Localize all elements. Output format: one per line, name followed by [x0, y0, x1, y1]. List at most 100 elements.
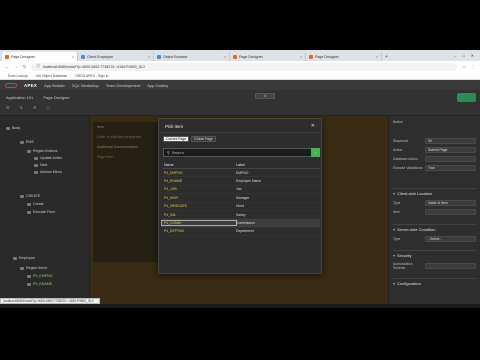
tree-node[interactable]: Create	[27, 202, 44, 206]
item-label: Hired	[236, 204, 245, 209]
tree-icon[interactable]: ☰	[6, 105, 10, 110]
result-row[interactable]: P4_MGR Manager	[162, 194, 320, 203]
tree-node-label: Next	[40, 163, 48, 167]
field-item: Item	[393, 209, 476, 215]
url-field[interactable]: ⓘ localhost:8080/ords/f?p=4000:4500:7738…	[31, 62, 458, 71]
screen-frame: Page Designer × Client Employee × Object Bro…	[0, 50, 480, 308]
node-icon	[13, 256, 17, 260]
close-icon[interactable]: ×	[300, 55, 302, 59]
tree-node-label: P4_ENAME	[33, 282, 53, 286]
result-row[interactable]: P4_COMM Commission	[161, 219, 320, 228]
item-name: P4_HIREDATE	[164, 204, 187, 209]
dialog-title: Pick Item	[165, 124, 184, 129]
chevron-down-icon: ▾	[393, 281, 396, 286]
reload-icon[interactable]: ↻	[23, 64, 26, 69]
tree-node[interactable]: Actions Menu	[34, 170, 62, 174]
node-icon	[27, 274, 31, 278]
forward-icon[interactable]: →	[14, 64, 18, 69]
menu-app-gallery[interactable]: App Gallery	[147, 83, 168, 88]
tab-favicon-icon	[157, 54, 161, 59]
browser-tab[interactable]: Page Designer ×	[230, 52, 306, 61]
item-name: P4_MGR	[164, 195, 178, 200]
section-security[interactable]: ▾ Security	[393, 250, 476, 258]
chevron-down-icon: ▾	[393, 227, 396, 232]
close-icon[interactable]: ×	[72, 55, 74, 59]
tab-label: Client Employee	[87, 54, 114, 59]
node-icon	[34, 170, 38, 174]
tree-node[interactable]: Region Buttons	[27, 149, 58, 153]
result-row[interactable]: P4_DEPTNO Department	[162, 228, 320, 237]
breadcrumb-page-designer: Page Designer	[43, 95, 70, 100]
result-row[interactable]: P4_HIREDATE Hired	[162, 203, 320, 211]
node-icon	[27, 210, 31, 214]
menu-app-builder[interactable]: App Builder	[44, 83, 65, 88]
save-button[interactable]	[457, 93, 476, 102]
tree-node-label: Execute Form	[33, 210, 56, 214]
minimize-icon[interactable]: –	[454, 53, 456, 58]
tree-node[interactable]: CREATE	[20, 194, 40, 198]
node-icon	[20, 266, 24, 270]
process-icon[interactable]: ⚙	[33, 105, 37, 110]
pick-item-dialog: Pick Item ✕ Current Page Global Page ⚲ S…	[158, 118, 322, 274]
menu-icon[interactable]: ⋮	[471, 64, 475, 69]
property-editor: Button Sequence 30 Action Submit Page Da…	[388, 116, 480, 308]
tree-node[interactable]: Body	[6, 126, 20, 130]
node-icon	[6, 126, 10, 130]
browser-tab[interactable]: Page Designer ×	[306, 52, 382, 61]
section-configuration[interactable]: ▾ Configuration	[393, 278, 476, 286]
close-icon[interactable]: ×	[224, 55, 226, 59]
result-row[interactable]: P4_JOB Job	[162, 186, 320, 195]
new-tab-icon[interactable]: +	[382, 52, 391, 61]
item-name: P4_DEPTNO	[164, 229, 185, 234]
result-row[interactable]: P4_SAL Salary	[162, 211, 320, 220]
bookmarks-bar: Exec Lookup Get Object Database ORDS APEX …	[0, 72, 480, 80]
close-icon[interactable]: ×	[376, 55, 378, 59]
tree-node[interactable]: Next	[34, 163, 47, 167]
tree-node[interactable]: P4_EMPNO	[27, 274, 53, 278]
star-icon[interactable]: ☆	[462, 64, 466, 69]
tree-node-label: Region Items	[26, 266, 48, 270]
close-window-icon[interactable]: ✕	[471, 53, 474, 58]
tree-node[interactable]: P4_ENAME	[27, 282, 52, 286]
section-server-side-condition[interactable]: ▾ Server-side Condition	[393, 224, 476, 232]
close-icon[interactable]: ×	[148, 55, 150, 59]
result-row[interactable]: P4_ENAME Employee Name	[162, 177, 320, 186]
menu-sql-workshop[interactable]: SQL Workshop	[72, 83, 99, 88]
tree-node-label: Body	[12, 126, 21, 130]
tree-node[interactable]: Employee	[13, 256, 35, 260]
apex-logo-icon[interactable]	[5, 82, 17, 88]
browser-tab[interactable]: Client Employee ×	[78, 52, 154, 61]
item-name: P4_EMPNO	[164, 170, 183, 175]
tree-node[interactable]: Update Action	[34, 156, 62, 160]
tree-node[interactable]: Execute Form	[27, 210, 55, 214]
node-icon	[27, 149, 31, 153]
page-designer-toolbar: Application 101 Page Designer 4 ☰ ↯ ⚙ ☐	[0, 90, 480, 116]
tab-current-page[interactable]: Current Page	[163, 136, 190, 142]
tree-node[interactable]: EMS	[20, 140, 34, 144]
apex-header: APEX App Builder SQL Workshop Team Devel…	[0, 80, 480, 308]
menu-team-development[interactable]: Team Development	[106, 83, 140, 88]
browser-tab[interactable]: Page Designer ×	[2, 52, 78, 61]
browser-tab[interactable]: Object Browser ×	[154, 52, 230, 61]
tab-global-page[interactable]: Global Page	[191, 136, 216, 142]
bookmark-item[interactable]: Get Object Database	[36, 74, 68, 78]
bookmark-item[interactable]: Exec Lookup	[8, 74, 28, 78]
search-placeholder: Search	[171, 150, 184, 155]
result-row[interactable]: P4_EMPNO EMPNO	[162, 169, 320, 178]
bookmark-item[interactable]: ORDS APEX - Sign In	[75, 74, 108, 78]
lightning-icon[interactable]: ↯	[20, 105, 23, 110]
maximize-icon[interactable]: □	[462, 53, 464, 58]
shared-icon[interactable]: ☐	[47, 105, 51, 110]
close-icon[interactable]: ✕	[311, 123, 315, 129]
field-database-action: Database Action	[393, 156, 476, 162]
back-icon[interactable]: ←	[5, 64, 9, 69]
tree-node-label: Create	[33, 202, 44, 206]
section-client-side-location[interactable]: ▾ Client-side Location	[393, 188, 476, 196]
field-action: Action Submit Page	[393, 147, 476, 153]
breadcrumb-application[interactable]: Application 101	[6, 95, 33, 100]
tree-node-label: Employee	[19, 256, 35, 260]
page-number-field[interactable]: 4	[255, 93, 275, 99]
tree-node[interactable]: Region Items	[20, 266, 47, 270]
arrow-right-icon[interactable]: ›	[311, 148, 320, 157]
search-input[interactable]: ⚲ Search	[163, 148, 313, 157]
